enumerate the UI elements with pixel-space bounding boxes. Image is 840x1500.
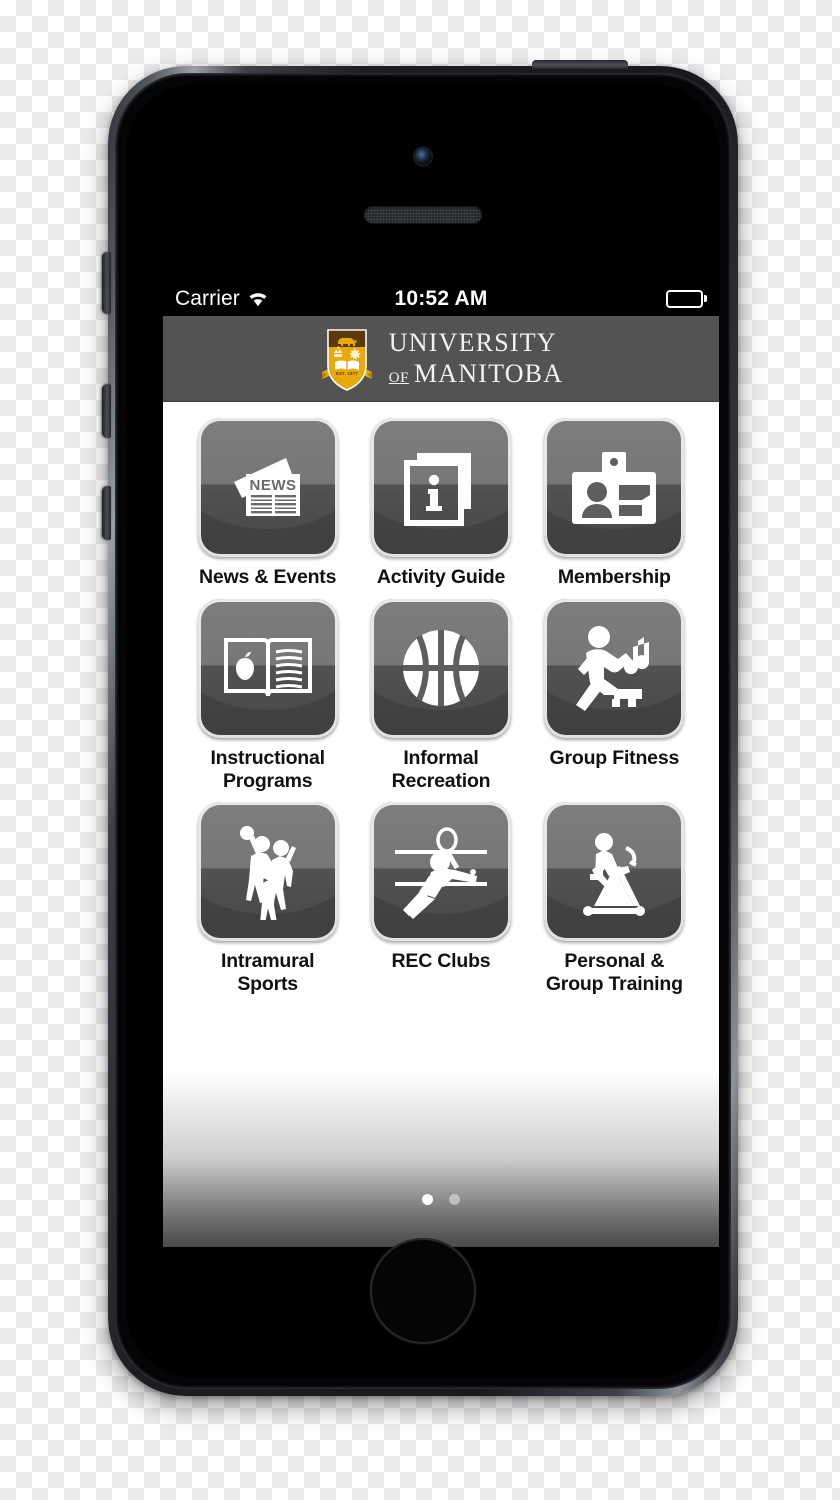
front-camera-icon	[414, 148, 432, 165]
carrier-label: Carrier	[175, 286, 240, 310]
grid-item-rec-clubs[interactable]: REC Clubs	[354, 802, 527, 1002]
grid-item-group-fitness[interactable]: Group Fitness	[528, 598, 701, 799]
tile-label: Activity Guide	[376, 566, 506, 588]
brand-line-university: UNIVERSITY	[388, 328, 557, 357]
tile-informal-recreation[interactable]	[370, 598, 511, 738]
volume-up-button[interactable]	[102, 384, 111, 438]
info-documents-icon	[401, 447, 481, 529]
basketball-players-icon	[229, 824, 307, 920]
mute-switch[interactable]	[102, 252, 111, 314]
tile-label: Intramural Sports	[220, 950, 315, 996]
svg-text:EST. 1877: EST. 1877	[336, 371, 358, 376]
grid-item-informal-recreation[interactable]: Informal Recreation	[354, 598, 527, 799]
bottom-fade-overlay	[163, 1032, 719, 1247]
grid-item-news-events[interactable]: NEWS News & Events	[181, 418, 354, 595]
status-bar-right	[488, 289, 707, 308]
tile-label: Personal & Group Training	[545, 950, 683, 996]
app-header: EST. 1877 UNIVERSITY OF MANITOBA	[163, 316, 719, 402]
earpiece-speaker-icon	[364, 206, 482, 223]
tile-label: Group Fitness	[549, 746, 680, 769]
tile-membership[interactable]	[544, 418, 685, 557]
tile-rec-clubs[interactable]	[370, 802, 511, 942]
tile-instructional-programs[interactable]	[197, 598, 338, 738]
svg-text:NEWS: NEWS	[249, 477, 296, 494]
tile-label: News & Events	[199, 566, 337, 588]
wifi-icon	[247, 290, 269, 307]
tile-label: Membership	[557, 566, 671, 588]
step-aerobics-music-icon	[566, 623, 662, 713]
page-dot-2[interactable]	[449, 1194, 460, 1205]
racquet-player-icon	[391, 824, 491, 920]
iphone-device-mockup: Carrier 10:52 AM EST. 1877 UNIVERSITY OF…	[102, 60, 738, 1396]
tile-activity-guide[interactable]	[370, 418, 511, 557]
open-book-apple-icon	[222, 632, 314, 704]
brand-of: OF	[388, 370, 409, 386]
status-bar: Carrier 10:52 AM	[163, 281, 719, 316]
brand-lockup: EST. 1877 UNIVERSITY OF MANITOBA	[319, 326, 563, 392]
tile-label: REC Clubs	[391, 950, 491, 973]
home-button[interactable]	[370, 1238, 476, 1344]
battery-full-icon	[665, 289, 707, 308]
tile-label: Informal Recreation	[391, 746, 491, 792]
tile-news-events[interactable]: NEWS	[197, 418, 338, 557]
tile-intramural-sports[interactable]	[197, 802, 338, 942]
tile-personal-group-training[interactable]	[544, 802, 685, 942]
page-dot-1[interactable]	[422, 1194, 433, 1205]
grid-item-activity-guide[interactable]: Activity Guide	[354, 418, 527, 595]
status-bar-time: 10:52 AM	[394, 286, 488, 310]
volume-down-button[interactable]	[102, 486, 111, 540]
phone-bezel: Carrier 10:52 AM EST. 1877 UNIVERSITY OF…	[115, 73, 731, 1389]
brand-manitoba: MANITOBA	[413, 359, 564, 388]
grid-item-membership[interactable]: Membership	[528, 418, 701, 595]
tile-label: Instructional Programs	[210, 746, 325, 792]
basketball-icon	[399, 626, 483, 710]
id-badge-icon	[568, 448, 660, 528]
page-indicator[interactable]	[163, 1194, 719, 1205]
power-button[interactable]	[532, 60, 628, 69]
grid-item-personal-group-training[interactable]: Personal & Group Training	[528, 802, 701, 1002]
brand-text: UNIVERSITY OF MANITOBA	[389, 330, 563, 387]
phone-glass: Carrier 10:52 AM EST. 1877 UNIVERSITY OF…	[126, 84, 720, 1378]
newspaper-icon: NEWS	[226, 452, 310, 524]
grid-item-intramural-sports[interactable]: Intramural Sports	[181, 802, 354, 1002]
grid-item-instructional-programs[interactable]: Instructional Programs	[181, 598, 354, 799]
phone-screen: Carrier 10:52 AM EST. 1877 UNIVERSITY OF…	[163, 281, 719, 1247]
status-bar-left: Carrier	[175, 287, 394, 311]
exercise-bike-icon	[564, 824, 664, 920]
app-grid: NEWS News & Events Activity Guide Member…	[163, 402, 719, 1002]
tile-group-fitness[interactable]	[544, 598, 685, 738]
brand-line-manitoba: OF MANITOBA	[389, 361, 563, 387]
university-of-manitoba-crest-icon: EST. 1877	[319, 326, 375, 392]
